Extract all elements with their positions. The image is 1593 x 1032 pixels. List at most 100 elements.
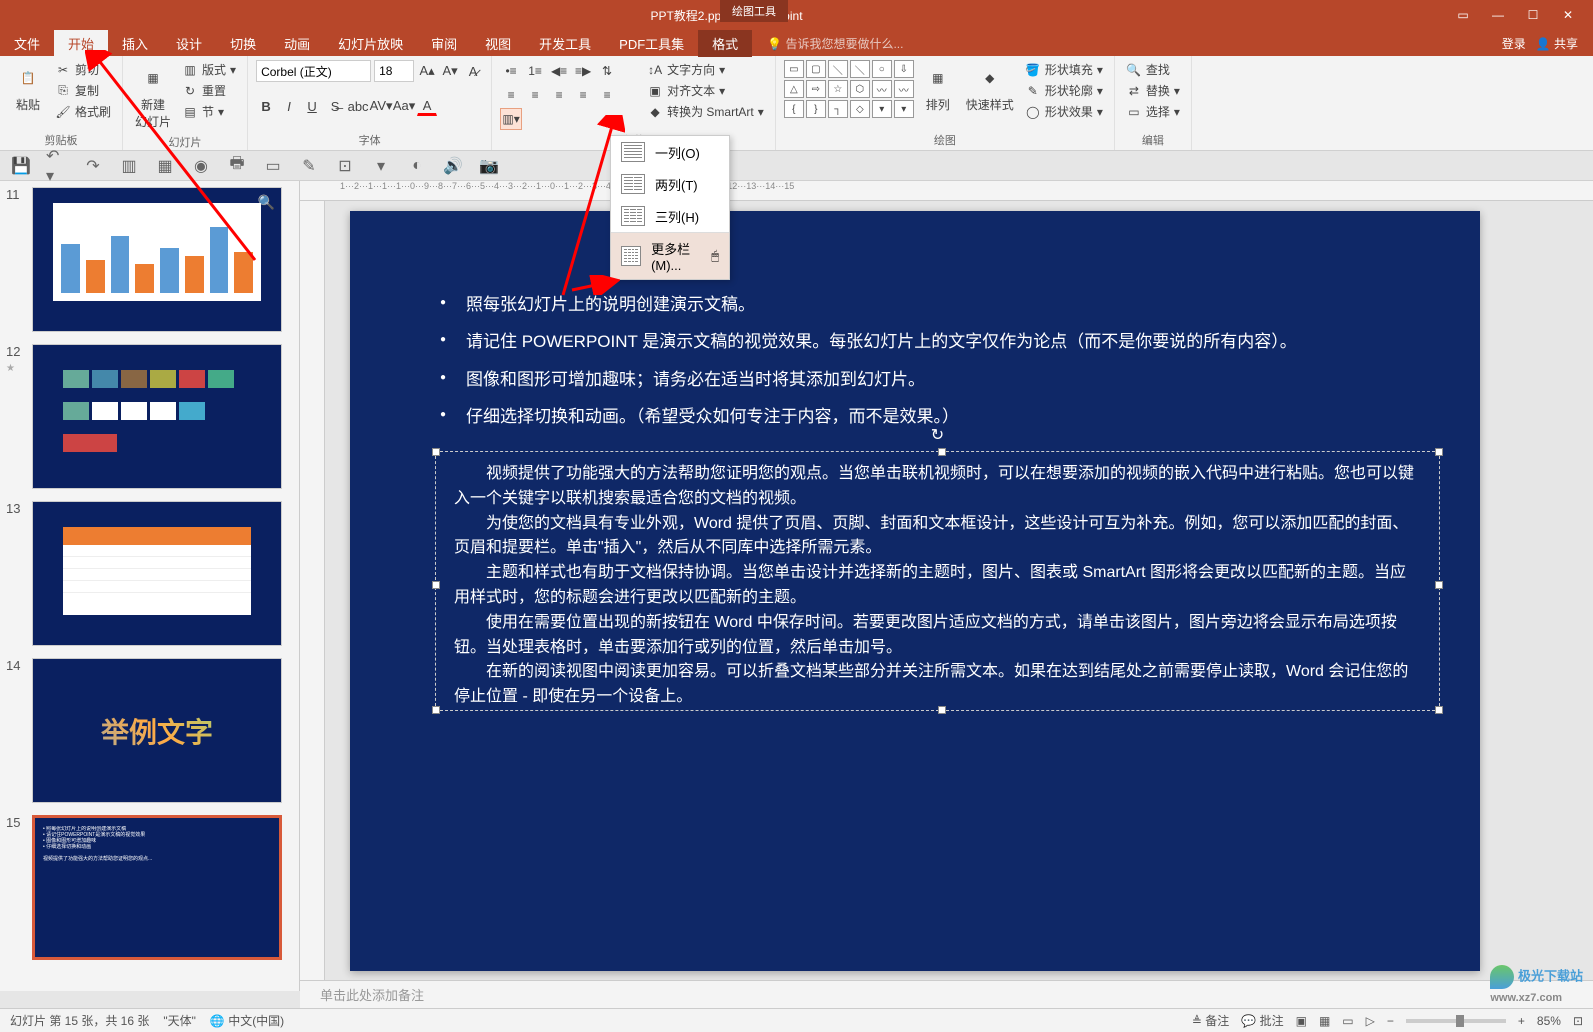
shape-callout-icon[interactable]: ◇	[850, 100, 870, 118]
font-color-button[interactable]: A	[417, 96, 437, 116]
shape-brace2-icon[interactable]: }	[806, 100, 826, 118]
tab-animations[interactable]: 动画	[270, 30, 324, 57]
resize-handle[interactable]	[938, 706, 946, 714]
format-painter-button[interactable]: 🖌格式刷	[52, 102, 114, 121]
shape-hex-icon[interactable]: ⬡	[850, 80, 870, 98]
shape-star-icon[interactable]: ☆	[828, 80, 848, 98]
qat-btn-12[interactable]: ◐	[406, 155, 428, 177]
save-button[interactable]: 💾	[10, 155, 32, 177]
qat-btn-7[interactable]: 🖶	[226, 155, 248, 177]
shape-curve-icon[interactable]: 〰	[872, 80, 892, 98]
layout-button[interactable]: ▥版式 ▾	[179, 60, 239, 79]
login-link[interactable]: 登录	[1502, 35, 1526, 52]
font-size-input[interactable]	[374, 60, 414, 82]
reset-button[interactable]: ↻重置	[179, 81, 239, 100]
tab-developer[interactable]: 开发工具	[525, 30, 605, 57]
text-direction-button[interactable]: ↕A文字方向 ▾	[644, 60, 767, 79]
justify-button[interactable]: ≡	[572, 84, 594, 106]
shape-more2[interactable]: ▾	[894, 100, 914, 118]
selected-text-box[interactable]: ↻ 视频提供了功能强大的方法帮助您证明您的观点。当您单击联机视频时，可以在想要添…	[435, 451, 1440, 711]
tab-insert[interactable]: 插入	[108, 30, 162, 57]
strikethrough-button[interactable]: S̶	[325, 96, 345, 116]
vertical-ruler[interactable]	[300, 201, 325, 991]
tab-file[interactable]: 文件	[0, 30, 54, 57]
shape-line-icon[interactable]: ＼	[828, 60, 848, 78]
share-button[interactable]: 👤 共享	[1536, 35, 1578, 52]
shadow-button[interactable]: abc	[348, 96, 368, 116]
increase-font-button[interactable]: A▴	[417, 61, 437, 81]
slide-thumbnails-panel[interactable]: 11 🔍 12★ 13 14 举例文字 15	[0, 181, 300, 991]
slide-thumb-12[interactable]	[32, 344, 282, 489]
shape-arrow2-icon[interactable]: ⇨	[806, 80, 826, 98]
text-content[interactable]: 视频提供了功能强大的方法帮助您证明您的观点。当您单击联机视频时，可以在想要添加的…	[454, 462, 1421, 710]
slideshow-view-button[interactable]: ▷	[1366, 1014, 1375, 1028]
find-button[interactable]: 🔍查找	[1123, 60, 1183, 79]
clear-formatting-button[interactable]: A̷	[463, 61, 483, 81]
slide-sorter-button[interactable]: ▦	[1319, 1014, 1330, 1028]
shape-outline-button[interactable]: ✎形状轮廓 ▾	[1022, 81, 1106, 100]
redo-button[interactable]: ↷	[82, 155, 104, 177]
qat-btn-4[interactable]: ▥	[118, 155, 140, 177]
tell-me-search[interactable]: 💡 告诉我您想要做什么...	[767, 35, 903, 52]
shape-brace-icon[interactable]: {	[784, 100, 804, 118]
language-indicator[interactable]: 🌐 中文(中国)	[210, 1012, 284, 1029]
comments-toggle[interactable]: 💬 批注	[1241, 1012, 1283, 1029]
undo-button[interactable]: ↶ ▾	[46, 155, 68, 177]
slide-thumb-14[interactable]: 举例文字	[32, 658, 282, 803]
quick-styles-button[interactable]: ◆快速样式	[962, 60, 1018, 115]
tab-review[interactable]: 审阅	[417, 30, 471, 57]
font-name-input[interactable]	[256, 60, 371, 82]
reading-view-button[interactable]: ▭	[1342, 1014, 1353, 1028]
slide-thumb-13[interactable]	[32, 501, 282, 646]
resize-handle[interactable]	[1435, 706, 1443, 714]
shape-more1[interactable]: ▾	[872, 100, 892, 118]
shapes-gallery[interactable]: ▭ ▢ ＼ ＼ ○ ⇩ △ ⇨ ☆ ⬡ 〰 〰 { } ┐ ◇ ▾ ▾	[784, 60, 914, 118]
one-column-option[interactable]: 一列(O)	[611, 136, 729, 168]
shape-effects-button[interactable]: ◯形状效果 ▾	[1022, 102, 1106, 121]
zoom-percent[interactable]: 85%	[1537, 1014, 1561, 1028]
align-text-button[interactable]: ▣对齐文本 ▾	[644, 81, 767, 100]
resize-handle[interactable]	[1435, 581, 1443, 589]
qat-btn-5[interactable]: ▦	[154, 155, 176, 177]
rotate-handle-icon[interactable]: ↻	[931, 424, 944, 449]
slide-thumb-11[interactable]: 🔍	[32, 187, 282, 332]
increase-indent-button[interactable]: ≡▶	[572, 60, 594, 82]
qat-btn-10[interactable]: ⊡	[334, 155, 356, 177]
resize-handle[interactable]	[432, 448, 440, 456]
bullets-button[interactable]: •≡	[500, 60, 522, 82]
replace-button[interactable]: ⇄替换 ▾	[1123, 81, 1183, 100]
tab-home[interactable]: 开始	[54, 30, 108, 57]
close-button[interactable]: ✕	[1558, 8, 1578, 22]
shape-connector-icon[interactable]: ┐	[828, 100, 848, 118]
qat-btn-9[interactable]: ✎	[298, 155, 320, 177]
fit-to-window-button[interactable]: ⊡	[1573, 1014, 1583, 1028]
slide-canvas[interactable]: 照每张幻灯片上的说明创建演示文稿。 请记住 POWERPOINT 是演示文稿的视…	[350, 211, 1480, 971]
columns-button[interactable]: ▥▾	[500, 108, 522, 130]
underline-button[interactable]: U	[302, 96, 322, 116]
tab-format[interactable]: 格式	[698, 30, 752, 57]
tab-pdftools[interactable]: PDF工具集	[605, 30, 698, 57]
normal-view-button[interactable]: ▣	[1296, 1014, 1307, 1028]
qat-btn-8[interactable]: ▭	[262, 155, 284, 177]
align-left-button[interactable]: ≡	[500, 84, 522, 106]
align-center-button[interactable]: ≡	[524, 84, 546, 106]
shape-oval-icon[interactable]: ○	[872, 60, 892, 78]
zoom-out-button[interactable]: −	[1387, 1014, 1394, 1028]
tab-view[interactable]: 视图	[471, 30, 525, 57]
qat-btn-14[interactable]: 📷	[478, 155, 500, 177]
qat-btn-6[interactable]: ◉	[190, 155, 212, 177]
maximize-button[interactable]: ☐	[1523, 8, 1543, 22]
shape-tri-icon[interactable]: △	[784, 80, 804, 98]
ribbon-display-options[interactable]: ▭	[1453, 8, 1473, 22]
bold-button[interactable]: B	[256, 96, 276, 116]
tab-slideshow[interactable]: 幻灯片放映	[324, 30, 417, 57]
shape-line2-icon[interactable]: ＼	[850, 60, 870, 78]
new-slide-button[interactable]: ▦ 新建 幻灯片	[131, 60, 175, 132]
tab-transitions[interactable]: 切换	[216, 30, 270, 57]
arrange-button[interactable]: ▦排列	[918, 60, 958, 115]
line-spacing-button[interactable]: ⇅	[596, 60, 618, 82]
notes-pane[interactable]: 单击此处添加备注	[300, 980, 1593, 1008]
qat-btn-11[interactable]: ▾	[370, 155, 392, 177]
decrease-indent-button[interactable]: ◀≡	[548, 60, 570, 82]
paste-button[interactable]: 📋 粘贴	[8, 60, 48, 115]
